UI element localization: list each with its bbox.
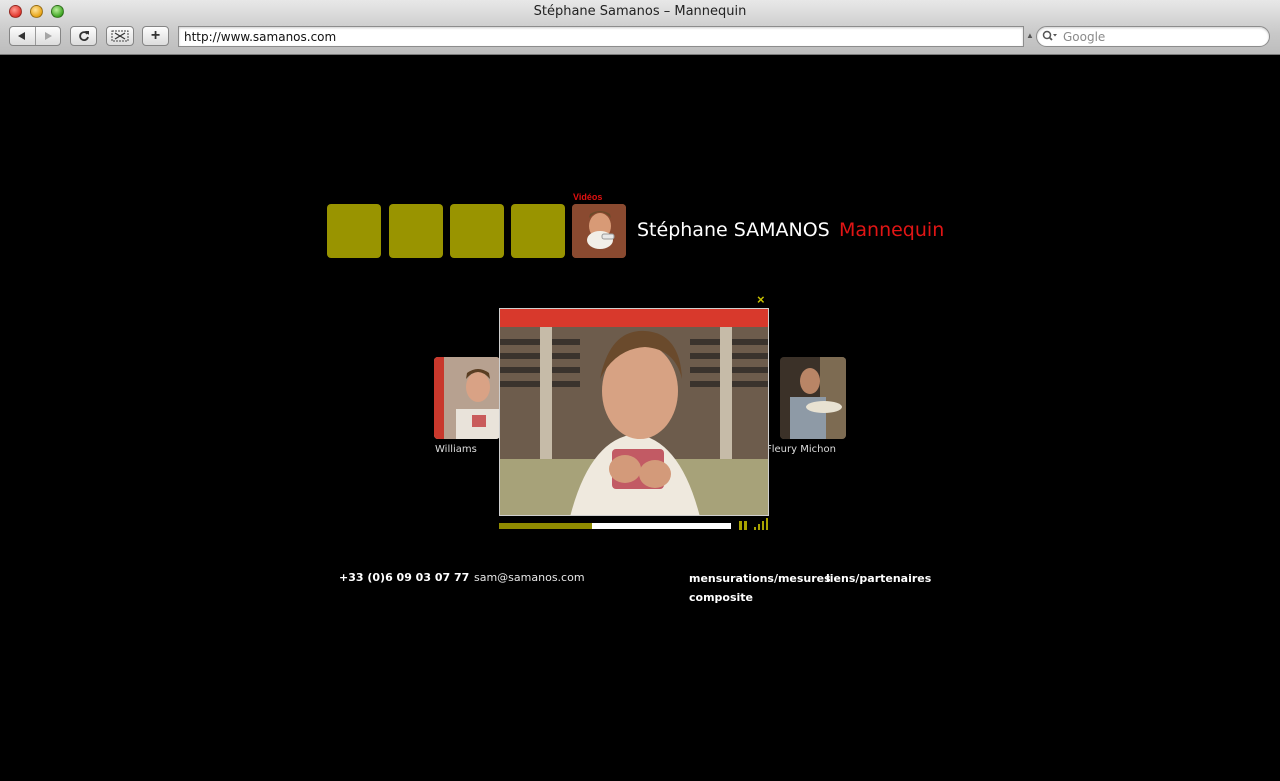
scissors-icon xyxy=(111,30,129,42)
nav-tile-2[interactable] xyxy=(389,204,443,258)
zoom-window-button[interactable] xyxy=(51,5,64,18)
search-field[interactable]: Google xyxy=(1036,26,1270,47)
site-title-role: Mannequin xyxy=(839,219,945,241)
reload-button[interactable] xyxy=(70,26,97,46)
video-frame-image xyxy=(500,309,768,515)
close-window-button[interactable] xyxy=(9,5,22,18)
video-progress-fill xyxy=(499,523,592,529)
link-partners[interactable]: liens/partenaires xyxy=(826,572,931,585)
reload-icon xyxy=(78,31,89,41)
address-dropdown-icon[interactable]: ▲ xyxy=(1026,31,1034,40)
browser-toolbar: Stéphane Samanos – Mannequin + http://ww… xyxy=(0,0,1280,55)
video-thumb-fleury-michon[interactable] xyxy=(780,357,846,439)
forward-arrow-icon xyxy=(44,32,52,40)
page-content: Vidéos Stéphane SAMANOS Mannequin Willia… xyxy=(0,56,1280,781)
williams-thumbnail-image xyxy=(434,357,500,439)
back-arrow-icon xyxy=(18,32,26,40)
phone-number: +33 (0)6 09 03 07 77 xyxy=(339,571,470,584)
video-label-williams[interactable]: Williams xyxy=(435,444,477,455)
address-bar[interactable]: http://www.samanos.com xyxy=(178,26,1024,47)
back-button[interactable] xyxy=(10,27,35,45)
nav-tile-1[interactable] xyxy=(327,204,381,258)
nav-tile-3[interactable] xyxy=(450,204,504,258)
videos-thumbnail-image xyxy=(572,204,626,258)
close-player-icon[interactable]: × xyxy=(757,292,765,307)
fleury-michon-thumbnail-image xyxy=(780,357,846,439)
search-icon[interactable] xyxy=(1042,30,1058,42)
site-title-name: Stéphane SAMANOS xyxy=(637,219,830,241)
videos-label: Vidéos xyxy=(573,192,603,202)
link-measurements[interactable]: mensurations/mesures xyxy=(689,572,831,585)
video-label-fleury-michon[interactable]: Fleury Michon xyxy=(766,444,836,455)
video-player[interactable] xyxy=(499,308,769,516)
minimize-window-button[interactable] xyxy=(30,5,43,18)
window-title: Stéphane Samanos – Mannequin xyxy=(533,4,747,19)
videos-tile[interactable] xyxy=(572,204,626,258)
add-bookmark-button[interactable]: + xyxy=(142,26,169,46)
snippet-button[interactable] xyxy=(106,26,134,46)
back-forward-group xyxy=(9,26,61,46)
video-progress-bar[interactable] xyxy=(499,523,731,529)
forward-button[interactable] xyxy=(34,27,60,45)
pause-icon[interactable] xyxy=(738,521,748,530)
email-link[interactable]: sam@samanos.com xyxy=(474,571,585,584)
link-composite[interactable]: composite xyxy=(689,591,753,604)
nav-tile-4[interactable] xyxy=(511,204,565,258)
video-thumb-williams[interactable] xyxy=(434,357,500,439)
volume-icon[interactable] xyxy=(754,518,769,530)
